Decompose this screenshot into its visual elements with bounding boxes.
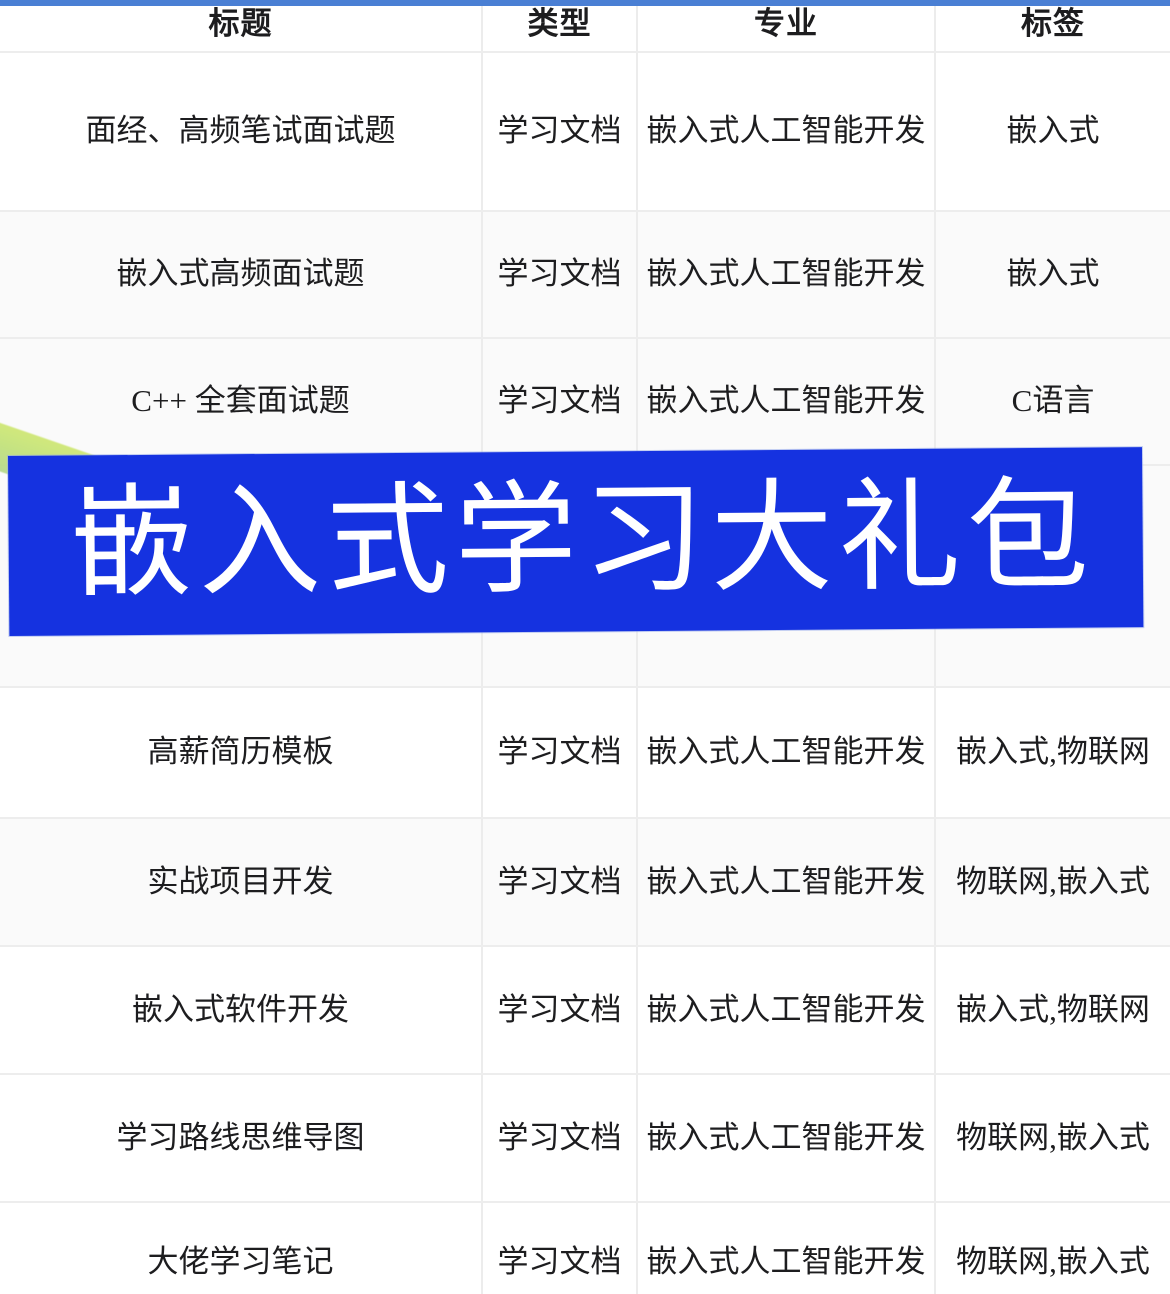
cell-title[interactable]: 面经、高频笔试面试题 — [0, 52, 483, 212]
cell-title[interactable]: 嵌入式软件开发 — [0, 946, 483, 1075]
cell-title[interactable]: 学习路线思维导图 — [0, 1074, 483, 1203]
cell-tag: 嵌入式 — [935, 211, 1170, 339]
table-row[interactable]: 嵌入式高频面试题 学习文档 嵌入式人工智能开发 嵌入式 — [0, 211, 1170, 339]
cell-type: 学习文档 — [482, 338, 638, 466]
cell-tag: 物联网,嵌入式 — [935, 1074, 1170, 1203]
table-row[interactable]: 高薪简历模板 学习文档 嵌入式人工智能开发 嵌入式,物联网 — [0, 687, 1170, 819]
cell-tag: C语言 — [935, 338, 1170, 466]
column-header-type[interactable]: 类型 — [482, 0, 638, 53]
cell-major: 嵌入式人工智能开发 — [637, 1074, 936, 1203]
table-header-row: 标题 类型 专业 标签 — [0, 0, 1170, 53]
table-row[interactable]: 大佬学习笔记 学习文档 嵌入式人工智能开发 物联网,嵌入式 — [0, 1202, 1170, 1294]
cell-title[interactable]: 高薪简历模板 — [0, 687, 483, 819]
table-row[interactable]: 实战项目开发 学习文档 嵌入式人工智能开发 物联网,嵌入式 — [0, 818, 1170, 947]
cell-major: 嵌入式人工智能开发 — [637, 211, 936, 339]
cell-major: 嵌入式人工智能开发 — [637, 1202, 936, 1294]
column-header-title[interactable]: 标题 — [0, 0, 483, 53]
cell-type: 学习文档 — [482, 1202, 638, 1294]
cell-title[interactable]: C++ 全套面试题 — [0, 338, 483, 466]
cell-major: 嵌入式人工智能开发 — [637, 946, 936, 1075]
cell-title[interactable]: 嵌入式高频面试题 — [0, 211, 483, 339]
cell-major: 嵌入式人工智能开发 — [637, 687, 936, 819]
cell-tag: 嵌入式 — [935, 52, 1170, 212]
cell-major: 嵌入式人工智能开发 — [637, 52, 936, 212]
table-top-rule — [0, 0, 1170, 6]
cell-tag: 物联网,嵌入式 — [935, 1202, 1170, 1294]
cell-type: 学习文档 — [482, 818, 638, 947]
table-row[interactable]: 面经、高频笔试面试题 学习文档 嵌入式人工智能开发 嵌入式 — [0, 52, 1170, 212]
cell-type: 学习文档 — [482, 687, 638, 819]
cell-tag: 嵌入式,物联网 — [935, 687, 1170, 819]
cell-title[interactable]: 实战项目开发 — [0, 818, 483, 947]
table-row[interactable]: 学习路线思维导图 学习文档 嵌入式人工智能开发 物联网,嵌入式 — [0, 1074, 1170, 1203]
cell-type: 学习文档 — [482, 946, 638, 1075]
column-header-tag[interactable]: 标签 — [935, 0, 1170, 53]
cell-tag: 物联网,嵌入式 — [935, 818, 1170, 947]
resource-table: 标题 类型 专业 标签 面经、高频笔试面试题 学习文档 嵌入式人工智能开发 嵌入… — [0, 0, 1170, 1294]
cell-major: 嵌入式人工智能开发 — [637, 818, 936, 947]
column-header-major[interactable]: 专业 — [637, 0, 936, 53]
caption-banner: 嵌入式学习大礼包 — [8, 447, 1144, 636]
caption-banner-text: 嵌入式学习大礼包 — [70, 464, 1096, 615]
cell-title[interactable]: 大佬学习笔记 — [0, 1202, 483, 1294]
screenshot-root: 标题 类型 专业 标签 面经、高频笔试面试题 学习文档 嵌入式人工智能开发 嵌入… — [0, 0, 1170, 1294]
cell-type: 学习文档 — [482, 1074, 638, 1203]
cell-type: 学习文档 — [482, 52, 638, 212]
table-row[interactable]: C++ 全套面试题 学习文档 嵌入式人工智能开发 C语言 — [0, 338, 1170, 466]
cell-major: 嵌入式人工智能开发 — [637, 338, 936, 466]
table-row[interactable]: 嵌入式软件开发 学习文档 嵌入式人工智能开发 嵌入式,物联网 — [0, 946, 1170, 1075]
cell-tag: 嵌入式,物联网 — [935, 946, 1170, 1075]
cell-type: 学习文档 — [482, 211, 638, 339]
